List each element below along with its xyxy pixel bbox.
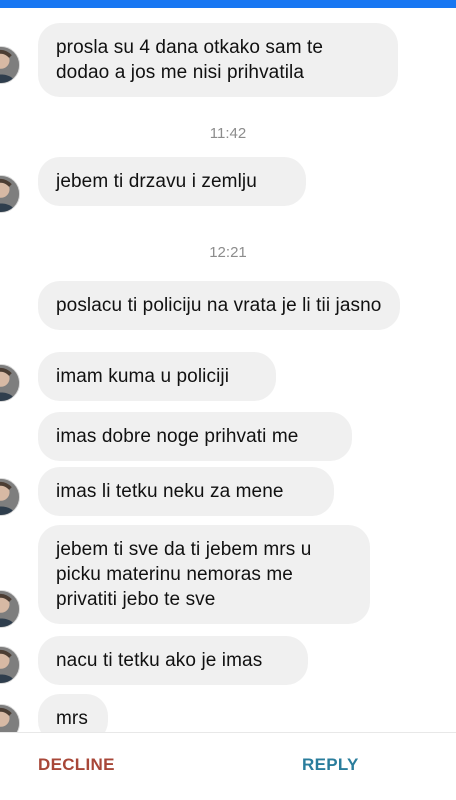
avatar	[0, 46, 20, 84]
avatar	[0, 175, 20, 213]
incoming-message: imas li tetku neku za mene	[38, 467, 334, 516]
profile-avatar-icon	[0, 591, 19, 627]
avatar	[0, 590, 20, 628]
profile-avatar-icon	[0, 47, 19, 83]
decline-button[interactable]: DECLINE	[38, 755, 115, 775]
incoming-message: imam kuma u policiji	[38, 352, 276, 401]
avatar	[0, 704, 20, 732]
incoming-message: jebem ti sve da ti jebem mrs u picku mat…	[38, 525, 370, 624]
message-request-actions: DECLINE REPLY	[0, 732, 456, 800]
profile-avatar-icon	[0, 705, 19, 732]
profile-avatar-icon	[0, 176, 19, 212]
message-thread: prosla su 4 dana otkako sam te dodao a j…	[0, 8, 456, 732]
message-timestamp: 11:42	[209, 125, 247, 142]
incoming-message: prosla su 4 dana otkako sam te dodao a j…	[38, 23, 398, 97]
incoming-message: mrs	[38, 694, 108, 732]
avatar	[0, 478, 20, 516]
avatar	[0, 364, 20, 402]
profile-avatar-icon	[0, 479, 19, 515]
incoming-message: imas dobre noge prihvati me	[38, 412, 352, 461]
message-timestamp: 12:21	[209, 244, 247, 261]
incoming-message: poslacu ti policiju na vrata je li tii j…	[38, 281, 400, 330]
top-app-strip	[0, 0, 456, 8]
incoming-message: nacu ti tetku ako je imas	[38, 636, 308, 685]
profile-avatar-icon	[0, 365, 19, 401]
incoming-message: jebem ti drzavu i zemlju	[38, 157, 306, 206]
avatar	[0, 646, 20, 684]
profile-avatar-icon	[0, 647, 19, 683]
reply-button[interactable]: REPLY	[302, 755, 359, 775]
